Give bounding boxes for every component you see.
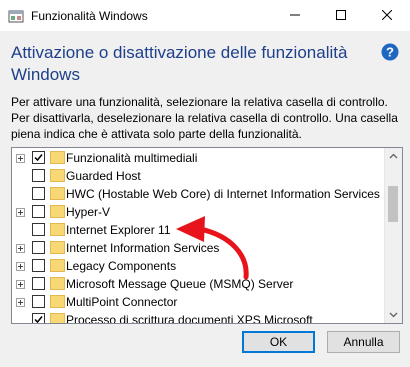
page-heading: Attivazione o disattivazione delle funzi… bbox=[11, 43, 348, 84]
feature-checkbox[interactable] bbox=[32, 223, 45, 236]
feature-label: Guarded Host bbox=[66, 169, 141, 183]
feature-label: Internet Explorer 11 bbox=[66, 223, 171, 237]
cancel-button[interactable]: Annulla bbox=[327, 331, 400, 353]
minimize-button[interactable] bbox=[272, 0, 318, 31]
dialog-content: Attivazione o disattivazione delle funzi… bbox=[0, 31, 410, 367]
scroll-up-arrow-icon[interactable] bbox=[385, 148, 402, 165]
folder-icon bbox=[50, 187, 65, 200]
checkmark-icon bbox=[34, 154, 43, 162]
feature-row-xps[interactable]: Processo di scrittura documenti XPS Micr… bbox=[12, 311, 382, 324]
folder-icon bbox=[50, 295, 65, 308]
close-icon bbox=[382, 10, 392, 20]
folder-icon bbox=[50, 241, 65, 254]
title-bar: Funzionalità Windows bbox=[0, 0, 410, 31]
feature-row-legacy[interactable]: Legacy Components bbox=[12, 257, 382, 276]
folder-icon bbox=[50, 277, 65, 290]
feature-label: Funzionalità multimediali bbox=[66, 151, 198, 165]
folder-icon bbox=[50, 223, 65, 236]
feature-row-media[interactable]: Funzionalità multimediali bbox=[12, 149, 382, 168]
feature-checkbox[interactable] bbox=[32, 313, 45, 323]
instructions-text: Per attivare una funzionalità, seleziona… bbox=[11, 95, 398, 141]
folder-icon bbox=[50, 169, 65, 182]
feature-row-multipoint[interactable]: MultiPoint Connector bbox=[12, 293, 382, 312]
expand-icon[interactable] bbox=[16, 262, 25, 271]
maximize-icon bbox=[336, 10, 346, 20]
feature-checkbox[interactable] bbox=[32, 277, 45, 290]
feature-row-hwc[interactable]: HWC (Hostable Web Core) di Internet Info… bbox=[12, 185, 382, 204]
expand-icon[interactable] bbox=[16, 154, 25, 163]
ok-button[interactable]: OK bbox=[242, 331, 315, 353]
expand-icon[interactable] bbox=[16, 298, 25, 307]
feature-checkbox[interactable] bbox=[32, 205, 45, 218]
close-button[interactable] bbox=[364, 0, 410, 31]
feature-row-hyper-v[interactable]: Hyper-V bbox=[12, 203, 382, 222]
folder-icon bbox=[50, 205, 65, 218]
feature-row-msmq[interactable]: Microsoft Message Queue (MSMQ) Server bbox=[12, 275, 382, 294]
feature-label: Hyper-V bbox=[66, 205, 111, 219]
feature-row-iis[interactable]: Internet Information Services bbox=[12, 239, 382, 258]
folder-icon bbox=[50, 313, 65, 323]
vertical-scrollbar[interactable] bbox=[384, 148, 402, 323]
feature-label: Legacy Components bbox=[66, 259, 177, 273]
feature-checkbox[interactable] bbox=[32, 151, 45, 164]
feature-label: Internet Information Services bbox=[66, 241, 220, 255]
windows-features-icon bbox=[8, 10, 24, 23]
feature-checkbox[interactable] bbox=[32, 187, 45, 200]
scrollbar-thumb[interactable] bbox=[388, 186, 398, 222]
feature-checkbox[interactable] bbox=[32, 241, 45, 254]
minimize-icon bbox=[290, 14, 300, 16]
expand-icon[interactable] bbox=[16, 280, 25, 289]
expand-icon[interactable] bbox=[16, 208, 25, 217]
feature-checkbox[interactable] bbox=[32, 169, 45, 182]
expand-icon[interactable] bbox=[16, 244, 25, 253]
feature-label: HWC (Hostable Web Core) di Internet Info… bbox=[66, 187, 380, 201]
checkmark-icon bbox=[34, 316, 43, 323]
features-tree[interactable]: Funzionalità multimediali Guarded Host H… bbox=[11, 147, 403, 324]
feature-label: MultiPoint Connector bbox=[66, 295, 178, 309]
window-title: Funzionalità Windows bbox=[31, 9, 148, 23]
feature-row-internet-explorer[interactable]: Internet Explorer 11 bbox=[12, 221, 382, 240]
feature-label: Processo di scrittura documenti XPS Micr… bbox=[66, 313, 313, 324]
folder-icon bbox=[50, 151, 65, 164]
scroll-down-arrow-icon[interactable] bbox=[385, 306, 402, 323]
svg-text:?: ? bbox=[386, 45, 394, 60]
feature-label: Microsoft Message Queue (MSMQ) Server bbox=[66, 277, 294, 291]
folder-icon bbox=[50, 259, 65, 272]
maximize-button[interactable] bbox=[318, 0, 364, 31]
feature-checkbox[interactable] bbox=[32, 259, 45, 272]
feature-checkbox[interactable] bbox=[32, 295, 45, 308]
help-icon[interactable]: ? bbox=[381, 43, 399, 61]
feature-row-guarded-host[interactable]: Guarded Host bbox=[12, 167, 382, 186]
